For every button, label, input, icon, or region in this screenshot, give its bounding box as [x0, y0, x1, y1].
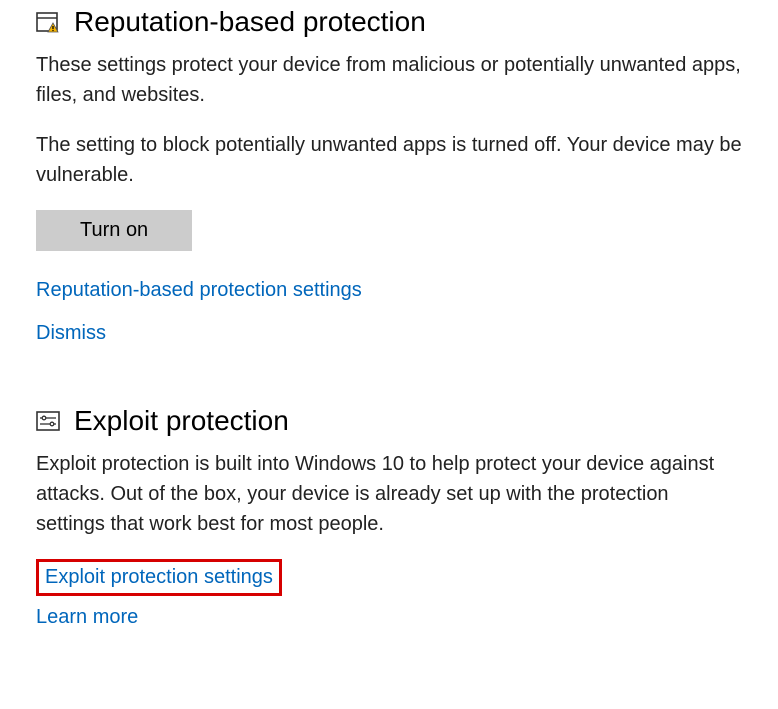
exploit-settings-link[interactable]: Exploit protection settings	[45, 566, 273, 589]
exploit-description: Exploit protection is built into Windows…	[36, 449, 742, 539]
dismiss-link[interactable]: Dismiss	[36, 322, 106, 345]
section-header: Reputation-based protection	[36, 6, 742, 38]
reputation-protection-section: Reputation-based protection These settin…	[36, 6, 742, 355]
reputation-description-2: The setting to block potentially unwante…	[36, 130, 742, 190]
sliders-icon	[36, 409, 60, 433]
reputation-title: Reputation-based protection	[74, 6, 426, 38]
reputation-settings-link[interactable]: Reputation-based protection settings	[36, 279, 362, 302]
exploit-settings-highlight-box: Exploit protection settings	[36, 559, 282, 596]
exploit-protection-section: Exploit protection Exploit protection is…	[36, 405, 742, 639]
learn-more-link[interactable]: Learn more	[36, 606, 138, 629]
exploit-title: Exploit protection	[74, 405, 289, 437]
app-warning-icon	[36, 10, 60, 34]
reputation-description-1: These settings protect your device from …	[36, 50, 742, 110]
turn-on-button[interactable]: Turn on	[36, 210, 192, 251]
section-header: Exploit protection	[36, 405, 742, 437]
